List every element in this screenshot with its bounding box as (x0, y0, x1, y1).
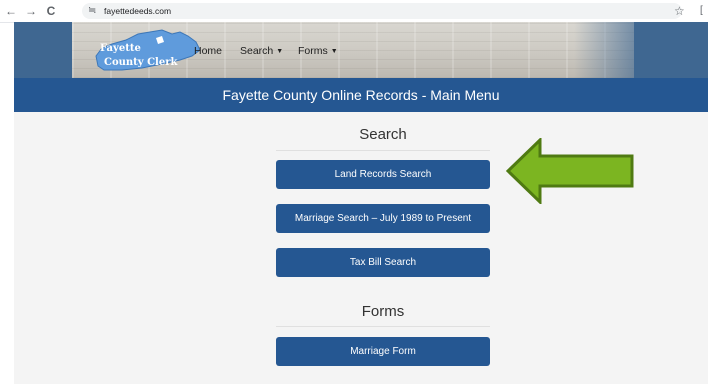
site-settings-icon[interactable]: ≒ (88, 3, 96, 19)
nav-forms-menu[interactable]: Forms ▼ (298, 45, 338, 57)
divider (276, 326, 490, 327)
logo-line-2: County Clerk (104, 57, 178, 68)
green-arrow-icon (506, 138, 634, 204)
back-icon[interactable]: ← (4, 3, 18, 19)
bookmark-star-icon[interactable]: ☆ (674, 3, 685, 19)
nav-search-menu[interactable]: Search ▼ (240, 45, 283, 57)
reload-icon[interactable]: C (44, 3, 58, 19)
page-content: Fayette County Clerk Home Search ▼ Forms ▼… (14, 22, 708, 384)
divider (276, 150, 490, 151)
marriage-form-button[interactable]: Marriage Form (276, 337, 490, 366)
browser-toolbar: ← → C ≒ fayettedeeds.com ☆ [ (0, 0, 708, 23)
forms-section-heading: Forms (361, 303, 405, 320)
extension-icon[interactable]: [ (700, 3, 703, 19)
land-records-search-button[interactable]: Land Records Search (276, 160, 490, 189)
forward-icon[interactable]: → (24, 3, 38, 19)
page-title: Fayette County Online Records - Main Men… (222, 87, 500, 103)
address-bar[interactable]: ≒ fayettedeeds.com (82, 3, 682, 19)
logo-line-1: Fayette (100, 43, 141, 54)
search-section-heading: Search (359, 126, 407, 143)
caret-down-icon: ▼ (276, 48, 284, 55)
tax-bill-search-button[interactable]: Tax Bill Search (276, 248, 490, 277)
header-banner: Fayette County Clerk Home Search ▼ Forms ▼ (14, 22, 708, 78)
title-bar: Fayette County Online Records - Main Men… (14, 78, 708, 112)
caret-down-icon: ▼ (330, 48, 338, 55)
marriage-search-button[interactable]: Marriage Search – July 1989 to Present (276, 204, 490, 233)
url-text[interactable]: fayettedeeds.com (104, 3, 171, 19)
nav-home-link[interactable]: Home (194, 45, 222, 57)
